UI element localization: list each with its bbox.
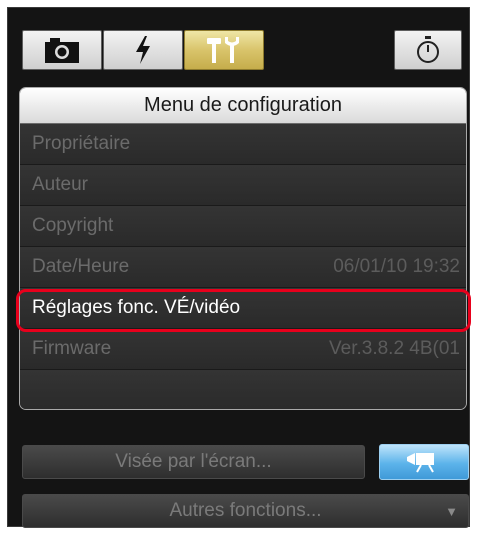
menu-item-value: 06/01/10 19:32 [333,256,460,277]
dropdown-arrow-icon: ▼ [445,504,458,519]
menu-item-label: Copyright [32,215,114,236]
menu-item-label: Propriétaire [32,133,131,154]
flash-icon [136,36,150,64]
menu-item-date-time[interactable]: Date/Heure 06/01/10 19:32 [20,247,466,288]
menu-item-value: Ver.3.8.2 4B(01 [329,338,460,359]
tab-setup[interactable] [184,30,264,70]
menu-item-author[interactable]: Auteur [20,165,466,206]
menu-item-label: Firmware [32,338,112,359]
camera-icon [45,38,79,63]
menu-item-empty [20,370,466,409]
configuration-menu: Menu de configuration Propriétaire Auteu… [19,87,467,410]
menu-item-label: Date/Heure [32,256,130,277]
other-functions-label: Autres fonctions... [169,500,322,521]
tools-icon [207,37,239,63]
tab-timer[interactable] [394,30,462,70]
other-functions-button[interactable]: Autres fonctions... ▼ [22,494,469,528]
tab-flash[interactable] [103,30,183,70]
movie-camera-icon [407,453,434,473]
menu-item-label: Auteur [32,174,88,195]
menu-title: Menu de configuration [20,88,466,124]
stopwatch-icon [417,36,439,63]
menu-item-live-view-settings[interactable]: Réglages fonc. VÉ/vidéo [20,288,466,329]
movie-button[interactable] [379,444,469,480]
app-window: Menu de configuration Propriétaire Auteu… [7,7,471,528]
menu-item-copyright[interactable]: Copyright [20,206,466,247]
menu-item-label: Réglages fonc. VÉ/vidéo [32,297,241,318]
tab-camera[interactable] [22,30,102,70]
live-view-button[interactable]: Visée par l'écran... [22,445,365,479]
menu-item-firmware[interactable]: Firmware Ver.3.8.2 4B(01 [20,329,466,370]
menu-item-owner[interactable]: Propriétaire [20,124,466,165]
